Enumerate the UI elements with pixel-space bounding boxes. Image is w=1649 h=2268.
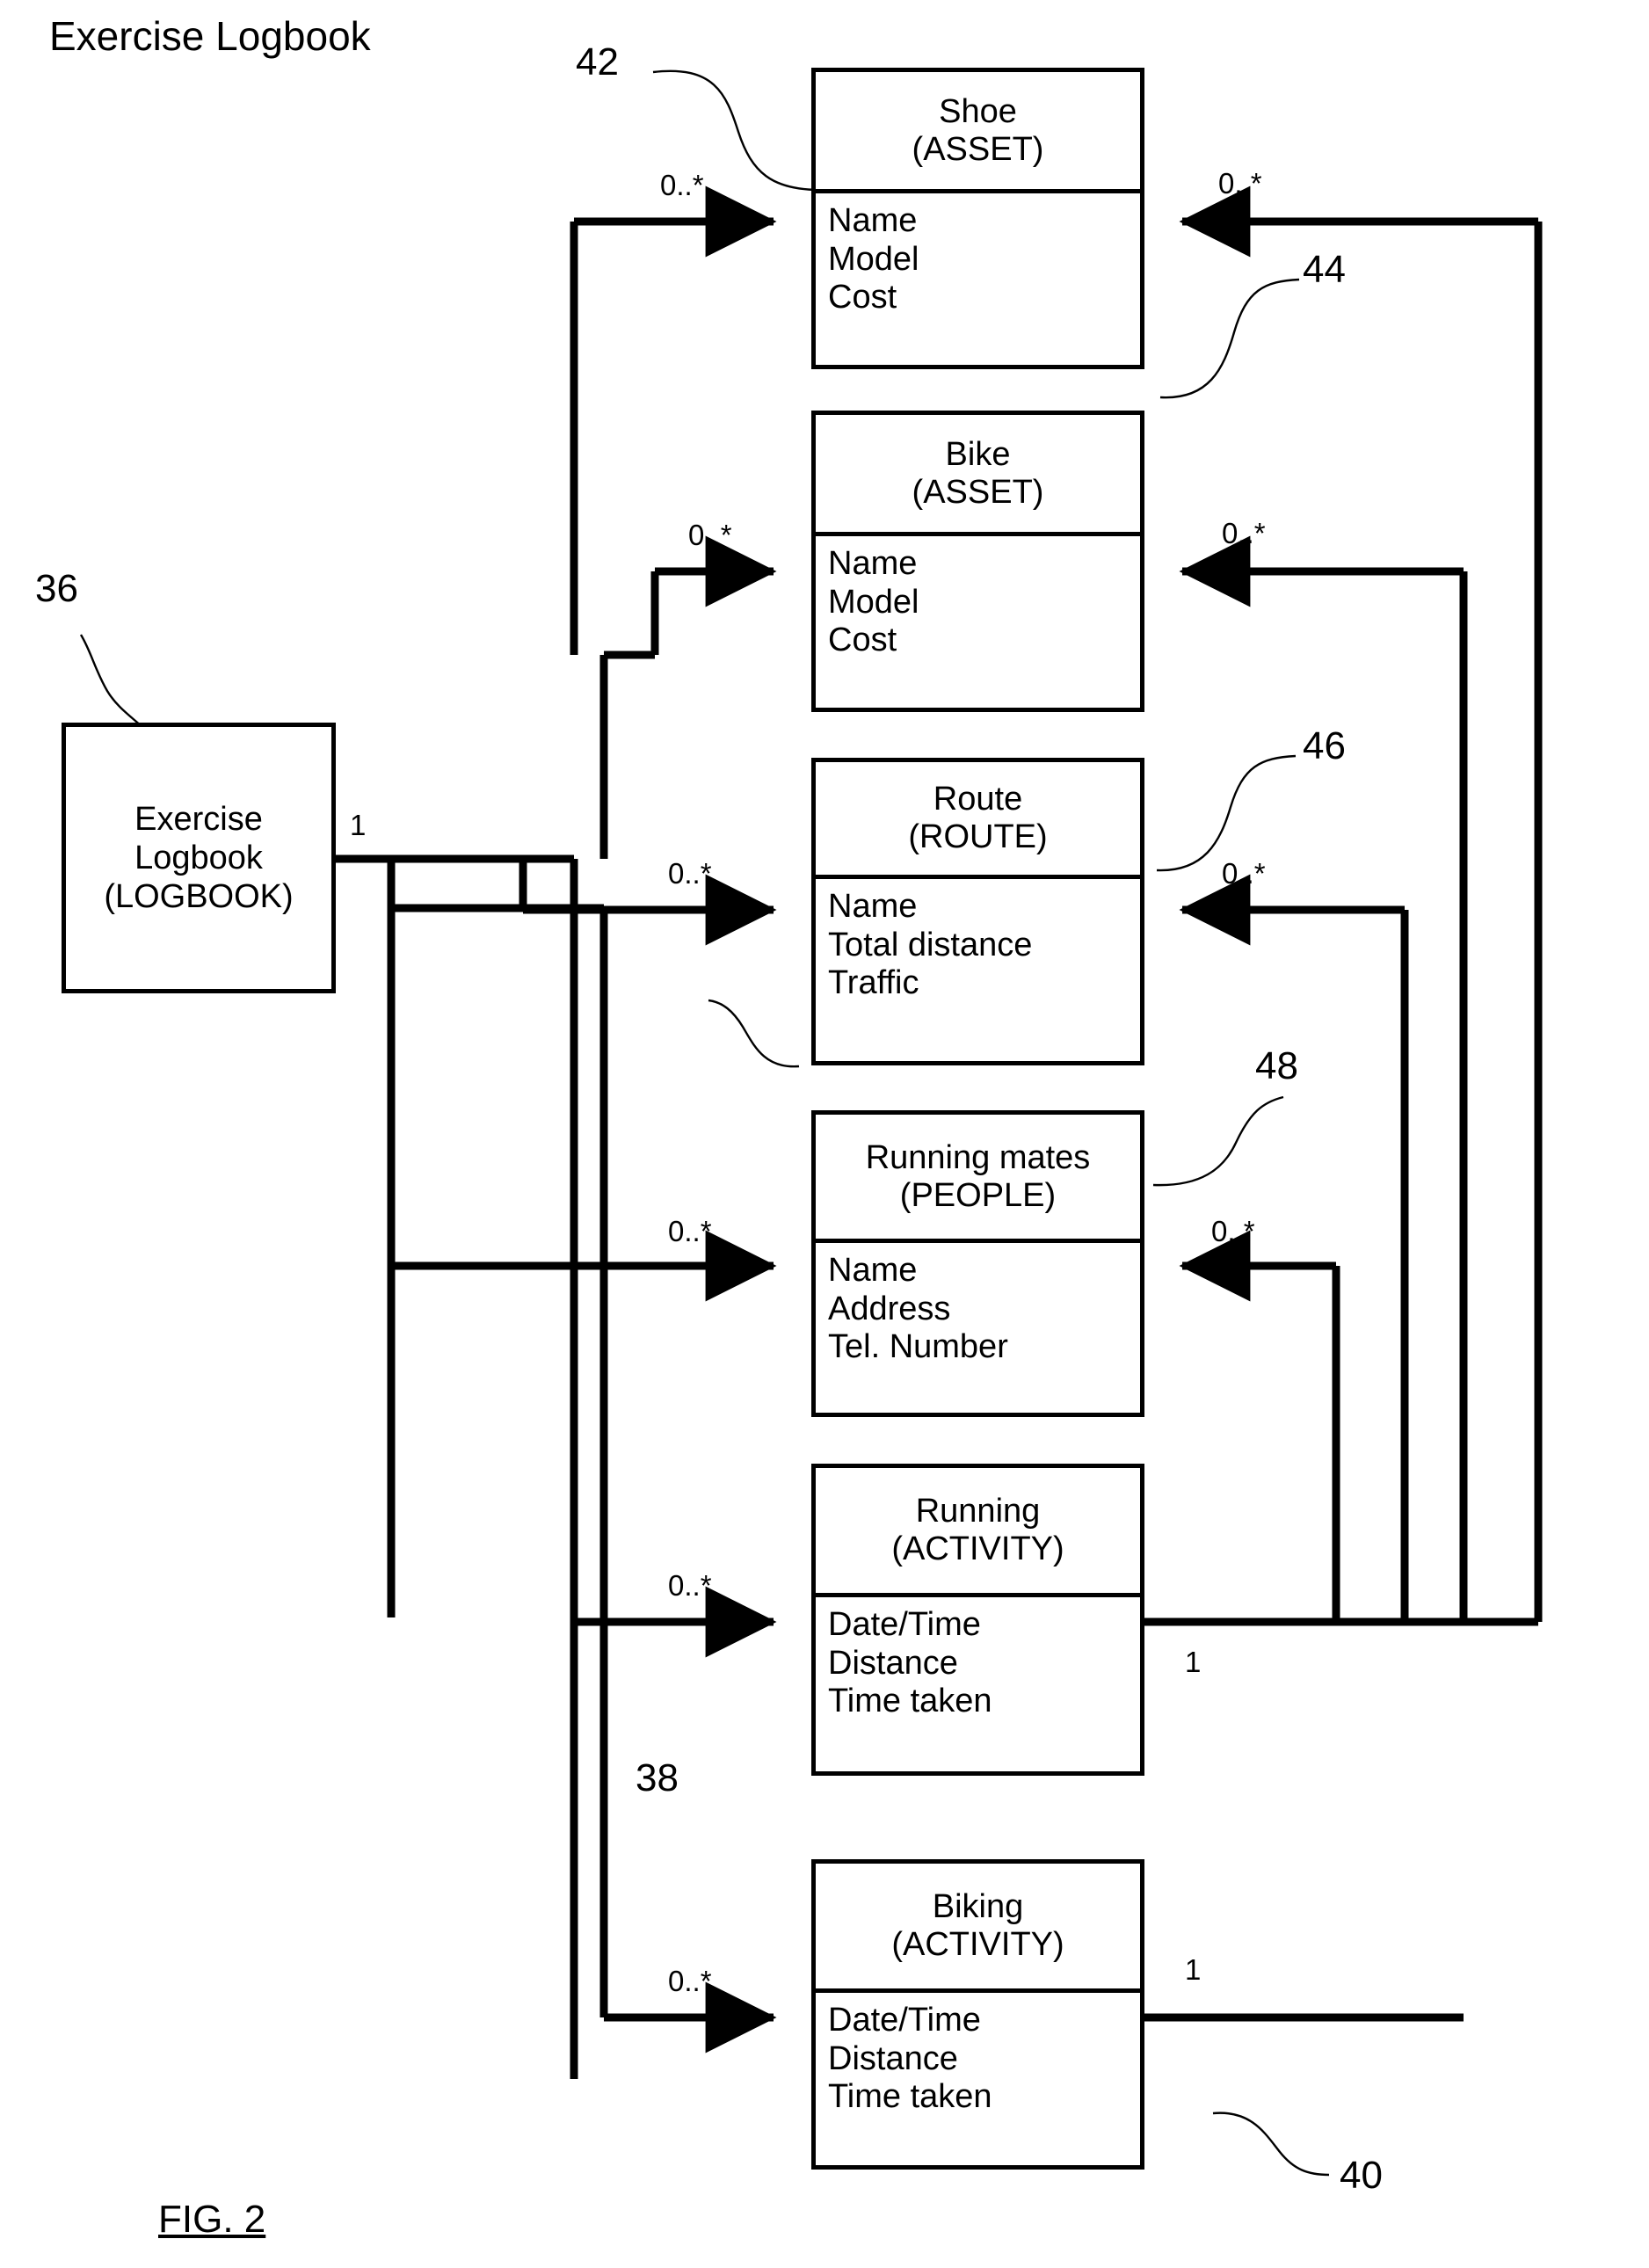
entity-title: Route: [933, 781, 1023, 818]
attribute-row: Total distance: [828, 926, 1033, 963]
attribute-row: Model: [828, 240, 919, 278]
multiplicity-biking-in: 0..*: [668, 1965, 712, 1997]
reference-number-40: 40: [1340, 2154, 1383, 2197]
leader-48: [1152, 1095, 1284, 1187]
entity-route[interactable]: Route (ROUTE) Name Total distance Traffi…: [811, 758, 1144, 1065]
entity-stereotype: (ROUTE): [908, 818, 1048, 855]
multiplicity-biking-out: 1: [1185, 1953, 1202, 1986]
attribute-row: Date/Time: [828, 1606, 981, 1643]
entity-header: Running (ACTIVITY): [816, 1468, 1140, 1597]
entity-title: Bike: [945, 435, 1011, 473]
entity-header: Running mates (PEOPLE): [816, 1115, 1140, 1243]
attribute-row: Distance: [828, 1644, 958, 1682]
entity-header: Bike (ASSET): [816, 415, 1140, 536]
attribute-row: Traffic: [828, 964, 919, 1002]
entity-shoe[interactable]: Shoe (ASSET) Name Model Cost: [811, 68, 1144, 369]
reference-number-38: 38: [636, 1756, 679, 1799]
reference-number-44: 44: [1303, 248, 1346, 291]
entity-running-mates[interactable]: Running mates (PEOPLE) Name Address Tel.…: [811, 1110, 1144, 1417]
reference-number-42: 42: [576, 40, 619, 84]
entity-attributes: Date/Time Distance Time taken: [816, 1597, 1140, 1721]
entity-name-line1: Exercise: [134, 800, 263, 838]
entity-bike[interactable]: Bike (ASSET) Name Model Cost: [811, 411, 1144, 712]
attribute-row: Name: [828, 545, 918, 582]
entity-header: Shoe (ASSET): [816, 72, 1140, 193]
entity-type-line: (LOGBOOK): [104, 878, 294, 916]
leader-40: [1212, 2112, 1330, 2177]
entity-header: Route (ROUTE): [816, 762, 1140, 879]
entity-stereotype: (ASSET): [912, 473, 1044, 511]
attribute-row: Distance: [828, 2039, 958, 2077]
attribute-row: Cost: [828, 279, 897, 316]
multiplicity-route-in: 0..*: [668, 857, 712, 890]
reference-number-36: 36: [35, 567, 78, 610]
entity-attributes: Name Model Cost: [816, 536, 1140, 660]
entity-biking[interactable]: Biking (ACTIVITY) Date/Time Distance Tim…: [811, 1859, 1144, 2170]
multiplicity-bike-in: 0..*: [688, 519, 732, 551]
multiplicity-running-mates-back: 0..*: [1211, 1215, 1255, 1247]
entity-title: Running: [915, 1493, 1041, 1530]
leader-44: [1159, 278, 1300, 399]
entity-stereotype: (PEOPLE): [899, 1176, 1057, 1214]
entity-header: Biking (ACTIVITY): [816, 1864, 1140, 1993]
attribute-row: Address: [828, 1290, 951, 1327]
attribute-row: Time taken: [828, 1683, 992, 1720]
multiplicity-running-mates-in: 0..*: [668, 1215, 712, 1247]
reference-number-46: 46: [1303, 724, 1346, 767]
entity-stereotype: (ASSET): [912, 130, 1044, 168]
entity-title: Biking: [932, 1888, 1024, 1926]
entity-attributes: Name Address Tel. Number: [816, 1243, 1140, 1367]
entity-name-line2: Logbook: [134, 839, 263, 876]
multiplicity-running-out: 1: [1185, 1646, 1202, 1678]
entity-stereotype: (ACTIVITY): [891, 1926, 1064, 1963]
entity-stereotype: (ACTIVITY): [891, 1530, 1064, 1567]
figure-label: FIG. 2: [158, 2198, 266, 2241]
entity-title: Running mates: [865, 1138, 1091, 1176]
entity-attributes: Date/Time Distance Time taken: [816, 1993, 1140, 2117]
multiplicity-bike-back: 0..*: [1222, 517, 1266, 549]
entity-running[interactable]: Running (ACTIVITY) Date/Time Distance Ti…: [811, 1464, 1144, 1776]
leader-38: [708, 999, 800, 1068]
multiplicity-shoe-in: 0..*: [660, 169, 704, 201]
multiplicity-route-back: 0..*: [1222, 857, 1266, 890]
entity-attributes: Name Total distance Traffic: [816, 879, 1140, 1003]
entity-title: Shoe: [939, 92, 1017, 130]
attribute-row: Model: [828, 583, 919, 621]
attribute-row: Time taken: [828, 2078, 992, 2116]
attribute-row: Name: [828, 202, 918, 239]
multiplicity-shoe-back: 0..*: [1218, 167, 1262, 200]
attribute-row: Name: [828, 888, 918, 925]
attribute-row: Date/Time: [828, 2002, 981, 2039]
leader-46: [1156, 754, 1297, 872]
multiplicity-running-in: 0..*: [668, 1569, 712, 1602]
entity-exercise-logbook[interactable]: Exercise Logbook (LOGBOOK): [62, 723, 336, 993]
page-title: Exercise Logbook: [49, 13, 371, 59]
multiplicity-logbook-out: 1: [350, 809, 367, 841]
attribute-row: Cost: [828, 622, 897, 659]
attribute-row: Tel. Number: [828, 1328, 1008, 1366]
diagram-canvas: Exercise Logbook FIG. 2 Exercise Logbook…: [0, 0, 1649, 2268]
entity-attributes: Name Model Cost: [816, 193, 1140, 317]
reference-number-48: 48: [1255, 1044, 1298, 1087]
attribute-row: Name: [828, 1252, 918, 1289]
